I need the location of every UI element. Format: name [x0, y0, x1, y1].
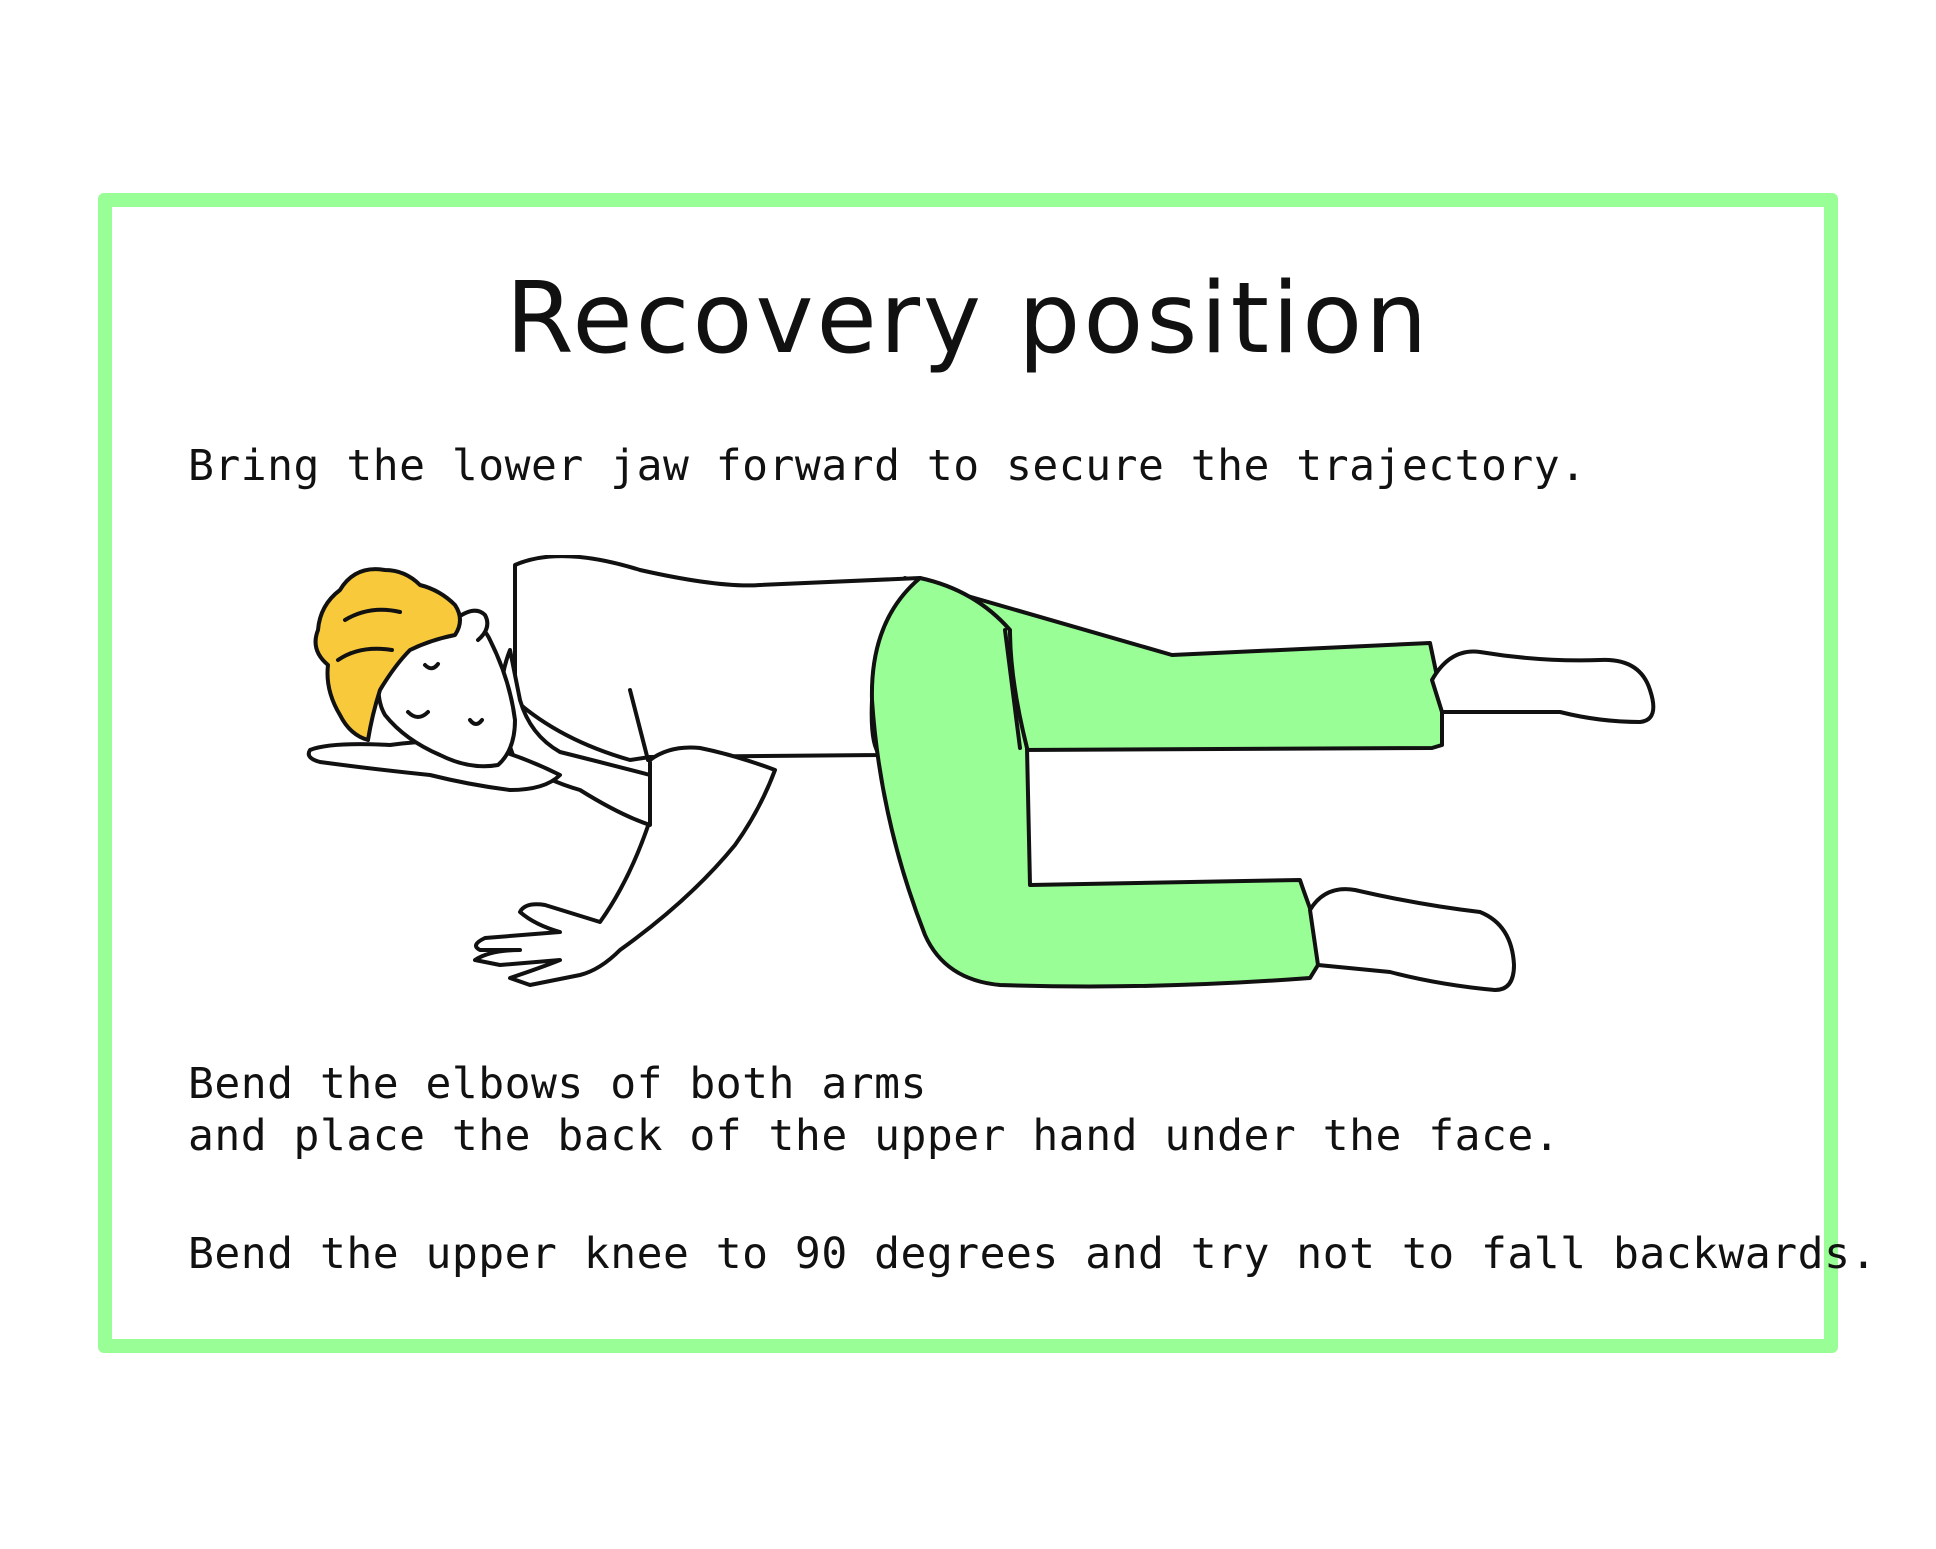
- arms-instruction: Bend the elbows of both arms and place t…: [188, 1058, 1560, 1162]
- lower-foot: [1308, 887, 1516, 992]
- jaw-instruction: Bring the lower jaw forward to secure th…: [188, 441, 1587, 491]
- page-title: Recovery position: [505, 262, 1431, 376]
- torso: [513, 555, 922, 762]
- knee-instruction: Bend the upper knee to 90 degrees and tr…: [188, 1229, 1877, 1279]
- arms-instruction-line-1: Bend the elbows of both arms: [188, 1059, 927, 1109]
- upper-foot: [1430, 649, 1656, 724]
- recovery-position-illustration: [306, 555, 1656, 992]
- arms-instruction-line-2: and place the back of the upper hand und…: [188, 1111, 1561, 1161]
